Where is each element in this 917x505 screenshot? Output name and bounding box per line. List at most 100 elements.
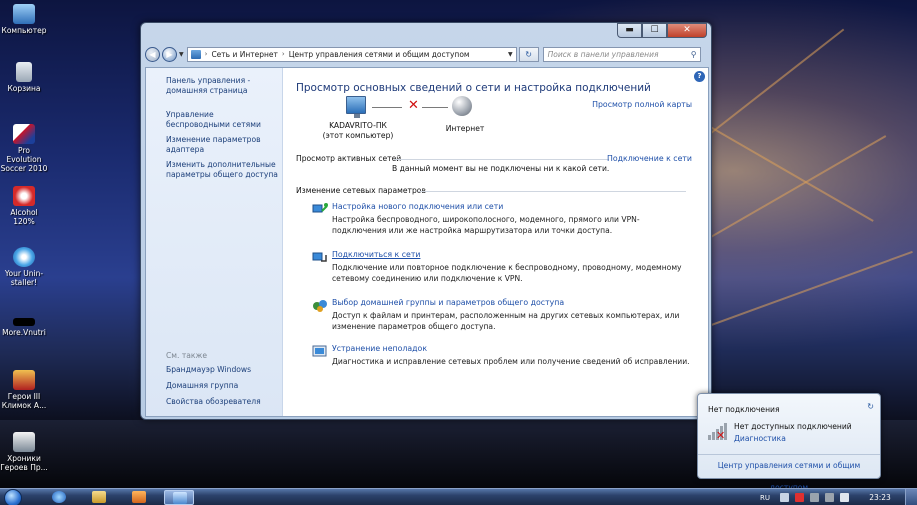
history-dropdown-icon[interactable]: ▼ — [179, 51, 184, 58]
taskbar-explorer[interactable] — [84, 490, 114, 505]
desktop-icon-chronicles[interactable]: Хроники Героев Пр... — [0, 432, 48, 472]
homegroup-desc: Доступ к файлам и принтерам, расположенн… — [332, 311, 680, 331]
tray-icon[interactable] — [780, 493, 789, 502]
new-connection-link[interactable]: Настройка нового подключения или сети — [332, 202, 503, 211]
desktop-icon-pes2010[interactable]: Pro Evolution Soccer 2010 — [0, 124, 48, 173]
breadcrumb-separator: › — [204, 50, 208, 58]
desktop-icon-alcohol[interactable]: Alcohol 120% — [0, 186, 48, 226]
network-center-window: ▬ ☐ ✕ ◀ ▶ ▼ › Сеть и Интернет › Центр уп… — [140, 22, 712, 420]
sidebar-item-firewall[interactable]: Брандмауэр Windows — [166, 365, 251, 375]
connect-network-desc: Подключение или повторное подключение к … — [332, 263, 682, 283]
chronicles-game-icon — [13, 432, 35, 452]
control-panel-icon — [190, 49, 201, 59]
full-map-link[interactable]: Просмотр полной карты — [592, 100, 692, 109]
no-connection-x-icon: ✕ — [716, 429, 726, 442]
desktop-icon-computer[interactable]: Компьютер — [0, 4, 48, 35]
homegroup-link[interactable]: Выбор домашней группы и параметров общег… — [332, 298, 564, 307]
desktop-icon-heroes3[interactable]: Герои III Климок А... — [0, 370, 48, 410]
minimize-button[interactable]: ▬ — [617, 23, 642, 38]
network-disconnected-icon[interactable] — [825, 493, 834, 502]
recycle-bin-icon — [16, 62, 32, 82]
sidebar-item-homegroup[interactable]: Домашняя группа — [166, 381, 238, 391]
volume-icon[interactable] — [840, 493, 849, 502]
internet-label: Интернет — [445, 124, 485, 133]
page-title: Просмотр основных сведений о сети и наст… — [296, 82, 651, 94]
desktop-icon-morevnutri[interactable]: More.Vnutri — [0, 318, 48, 337]
desktop-icon-label: Your Unin-staller! — [4, 269, 44, 287]
new-connection-desc: Настройка беспроводного, широкополосного… — [332, 215, 640, 235]
computer-icon — [13, 4, 35, 24]
ie-icon — [52, 491, 66, 503]
search-input[interactable]: Поиск в панели управления ⚲ — [542, 46, 701, 62]
taskbar-control-panel[interactable] — [164, 490, 194, 505]
language-indicator[interactable]: RU — [760, 494, 770, 502]
tasks-pane: Панель управления - домашняя страница Уп… — [146, 68, 283, 416]
breadcrumb-network-center[interactable]: Центр управления сетями и общим доступом — [289, 50, 470, 59]
sidebar-item-cp-home[interactable]: Панель управления - домашняя страница — [166, 76, 266, 96]
tray-icon[interactable] — [795, 493, 804, 502]
desktop-icon-uninstaller[interactable]: Your Unin-staller! — [0, 247, 48, 287]
desktop-icon-label: Alcohol 120% — [10, 208, 38, 226]
pes-game-icon — [13, 124, 35, 144]
system-tray: RU 23:23 — [760, 489, 917, 505]
heroes-game-icon — [13, 370, 35, 390]
refresh-button[interactable]: ↻ — [518, 46, 539, 62]
troubleshoot-link[interactable]: Устранение неполадок — [332, 344, 427, 353]
forward-button[interactable]: ▶ — [162, 46, 177, 62]
connect-network-icon — [312, 252, 327, 262]
sidebar-item-wireless[interactable]: Управление беспроводными сетями — [166, 110, 278, 130]
new-connection-icon — [312, 203, 328, 213]
clock[interactable]: 23:23 — [855, 493, 905, 502]
flag-icon[interactable] — [810, 493, 819, 502]
uninstaller-icon — [13, 247, 35, 267]
active-networks-label: Просмотр активных сетей — [296, 154, 402, 163]
window-controls: ▬ ☐ ✕ — [617, 23, 707, 38]
desktop-icon-recycle-bin[interactable]: Корзина — [0, 62, 48, 93]
refresh-icon: ↻ — [525, 49, 532, 59]
folder-icon — [92, 491, 106, 503]
popup-no-connections: Нет доступных подключений — [734, 422, 852, 431]
popup-network-center-link[interactable]: Центр управления сетями и общим доступом — [698, 454, 880, 492]
media-player-icon — [132, 491, 146, 503]
see-also-label: См. также — [166, 351, 208, 360]
internet-globe-icon[interactable] — [452, 96, 472, 116]
desktop-icon-label: Pro Evolution Soccer 2010 — [0, 146, 48, 173]
control-panel-icon — [173, 492, 187, 504]
divider — [418, 191, 686, 192]
computer-name: KADAVRITO-ПК — [329, 121, 387, 130]
sidebar-item-sharing-settings[interactable]: Изменить дополнительные параметры общего… — [166, 160, 278, 180]
sidebar-item-adapter[interactable]: Изменение параметров адаптера — [166, 135, 271, 155]
connect-network-link[interactable]: Подключиться к сети — [332, 250, 420, 259]
desktop-icon-label: Герои III Климок А... — [1, 392, 47, 410]
taskbar-ie[interactable] — [44, 490, 74, 505]
not-connected-text: В данный момент вы не подключены ни к ка… — [392, 164, 610, 173]
search-icon[interactable]: ⚲ — [691, 50, 697, 59]
address-bar[interactable]: › Сеть и Интернет › Центр управления сет… — [186, 46, 517, 62]
computer-icon[interactable] — [346, 96, 366, 118]
back-button[interactable]: ◀ — [145, 46, 160, 62]
breadcrumb-separator: › — [281, 50, 285, 58]
computer-label: KADAVRITO-ПК (этот компьютер) — [316, 121, 400, 141]
navigation-bar: ◀ ▶ ▼ › Сеть и Интернет › Центр управлен… — [145, 44, 709, 64]
search-placeholder: Поиск в панели управления — [547, 49, 659, 59]
connect-to-network-link[interactable]: Подключение к сети — [607, 154, 692, 163]
show-desktop-button[interactable] — [905, 489, 917, 505]
popup-diagnostics-link[interactable]: Диагностика — [734, 434, 786, 443]
taskbar-media-player[interactable] — [124, 490, 154, 505]
desktop-icon-label: More.Vnutri — [2, 328, 46, 337]
disconnected-x-icon: ✕ — [408, 98, 419, 113]
close-button[interactable]: ✕ — [667, 23, 707, 38]
main-panel: Просмотр основных сведений о сети и наст… — [296, 68, 708, 416]
breadcrumb-network-internet[interactable]: Сеть и Интернет — [211, 50, 277, 59]
start-button[interactable] — [4, 489, 22, 505]
folder-icon — [13, 318, 35, 326]
troubleshoot-desc: Диагностика и исправление сетевых пробле… — [332, 357, 690, 366]
maximize-button[interactable]: ☐ — [642, 23, 667, 38]
address-dropdown-icon[interactable]: ▼ — [505, 51, 516, 58]
sidebar-item-internet-options[interactable]: Свойства обозревателя — [166, 397, 261, 407]
refresh-icon[interactable]: ↻ — [867, 402, 874, 411]
network-popup: Нет подключения ↻ ✕ Нет доступных подклю… — [697, 393, 881, 492]
desktop-icon-label: Компьютер — [1, 26, 47, 35]
homegroup-icon — [313, 300, 327, 312]
computer-sub: (этот компьютер) — [322, 131, 394, 140]
